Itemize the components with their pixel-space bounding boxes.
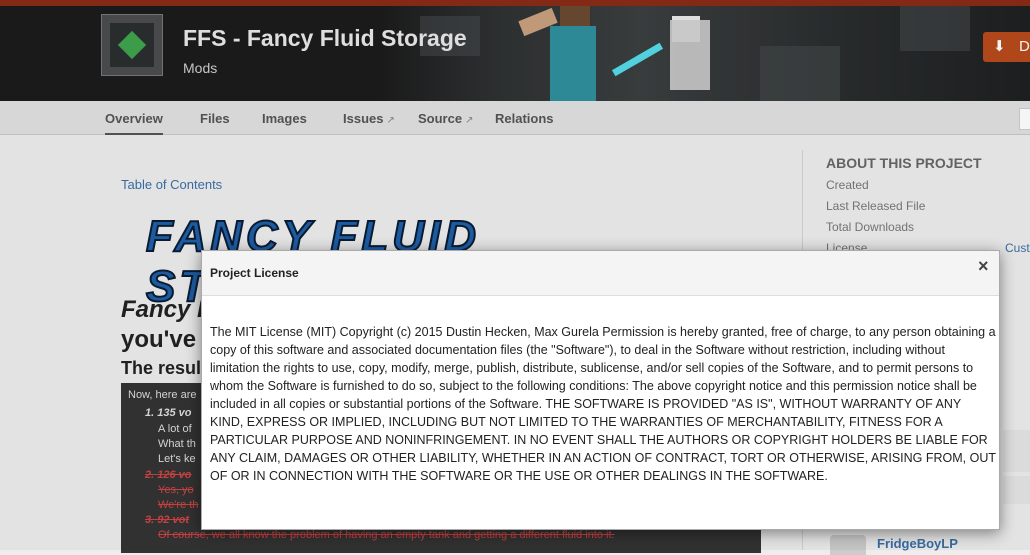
modal-title: Project License <box>210 266 299 280</box>
close-icon[interactable]: × <box>978 256 989 277</box>
modal-header: Project License × <box>202 251 999 296</box>
license-text: The MIT License (MIT) Copyright (c) 2015… <box>210 325 996 483</box>
license-modal: Project License × The MIT License (MIT) … <box>201 250 1000 530</box>
